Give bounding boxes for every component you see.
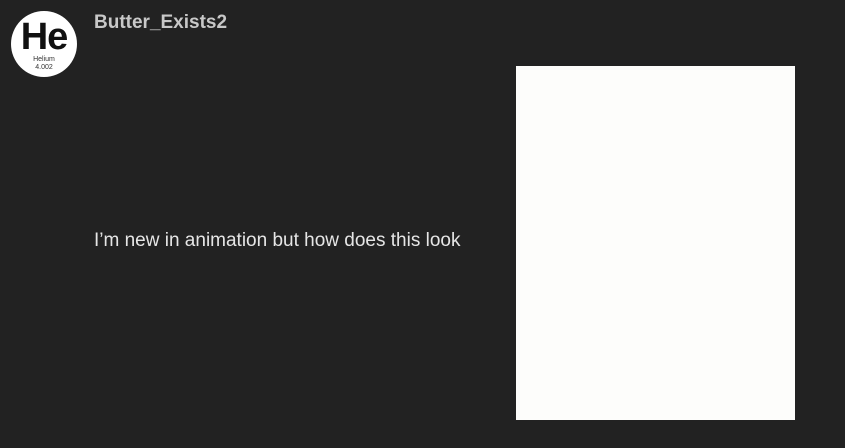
avatar-atomic-mass: 4.002	[35, 64, 53, 71]
avatar-element-name: Helium	[33, 56, 55, 63]
avatar-element-symbol: He	[20, 16, 69, 58]
avatar[interactable]: He Helium 4.002	[11, 11, 77, 77]
attached-image[interactable]	[516, 66, 795, 420]
post: He Helium 4.002 Butter_Exists2 I’m new i…	[0, 0, 845, 448]
post-body-text: I’m new in animation but how does this l…	[94, 230, 461, 251]
username-link[interactable]: Butter_Exists2	[94, 12, 227, 34]
